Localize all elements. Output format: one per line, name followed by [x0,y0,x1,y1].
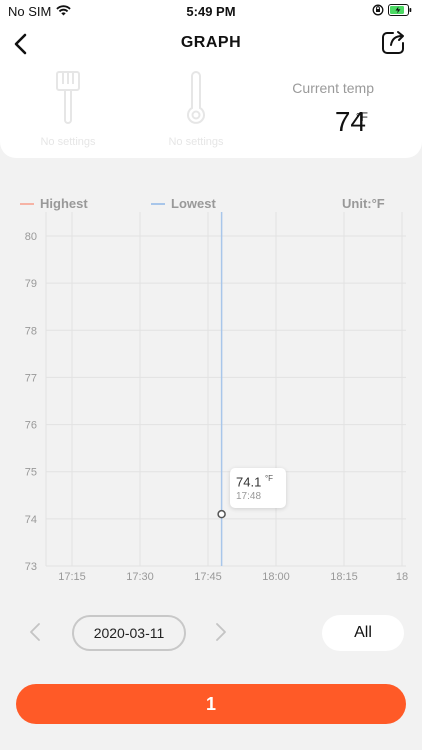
legend-lowest[interactable]: Lowest [151,196,216,211]
y-tick-label: 77 [25,372,37,384]
y-tick-label: 75 [25,467,37,479]
x-tick-label: 17:45 [194,571,222,583]
current-temp-label: Current temp [292,80,374,96]
y-axis-ticks: 80 79 78 77 76 75 74 73 [25,231,37,573]
x-tick-label: 17:30 [126,571,154,583]
all-range-button[interactable]: All [322,615,404,651]
tooltip-time: 17:48 [236,491,262,502]
y-tick-label: 76 [25,420,37,432]
next-date-button[interactable] [210,620,230,644]
y-tick-label: 78 [25,325,37,337]
data-tooltip: 74.1 °F 17:48 [230,468,286,508]
legend-highest-label: Highest [40,196,88,211]
y-tick-label: 73 [25,561,37,573]
y-tick-label: 80 [25,231,37,243]
x-tick-label: 17:15 [58,571,86,583]
battery-icon [388,4,412,19]
x-axis-ticks: 17:15 17:30 17:45 18:00 18:15 18 [58,571,408,583]
lowest-swatch [151,202,165,205]
temperature-card: No settings No settings Current temp 74 … [0,64,422,158]
y-tick-label: 74 [25,514,37,526]
data-point[interactable] [217,509,226,519]
tooltip-value-line: 74.1 °F [236,474,273,489]
rotation-lock-icon [372,4,384,19]
thermometer-icon [187,71,205,124]
chart-series [217,212,226,566]
unit-label: Unit:°F [342,196,385,211]
status-bar: No SIM 5:49 PM [0,0,422,24]
nav-bar: GRAPH [0,24,422,64]
chevron-right-icon [216,623,226,641]
x-tick-label: 18 [396,571,408,583]
x-tick-label: 18:15 [330,571,358,583]
share-icon [382,31,404,54]
date-selector[interactable]: 2020-03-11 [72,615,186,651]
page-title: GRAPH [180,34,242,51]
highest-swatch [20,202,34,205]
y-tick-label: 79 [25,278,37,290]
brush-setting-label: No settings [40,136,96,148]
temperature-chart[interactable]: 80 79 78 77 76 75 74 73 17:15 17:30 17:45 18:00 18:… [0,210,422,590]
tooltip-value: 74.1 [236,474,262,490]
thermometer-setting[interactable]: No settings [136,70,256,148]
primary-action-button[interactable]: 1 [16,684,406,724]
legend-lowest-label: Lowest [171,196,216,211]
brush-icon [56,71,80,124]
previous-date-button[interactable] [26,620,46,644]
tooltip-unit: °F [264,474,274,483]
share-button[interactable] [378,28,408,58]
current-temp-unit: °F [355,110,368,124]
thermometer-setting-label: No settings [168,136,224,148]
x-tick-label: 18:00 [262,571,290,583]
chart-grid [45,212,406,567]
legend-highest[interactable]: Highest [20,196,88,211]
chevron-left-icon [30,623,40,641]
status-right [372,4,412,19]
status-time: 5:49 PM [186,4,236,19]
brush-setting[interactable]: No settings [8,70,128,148]
